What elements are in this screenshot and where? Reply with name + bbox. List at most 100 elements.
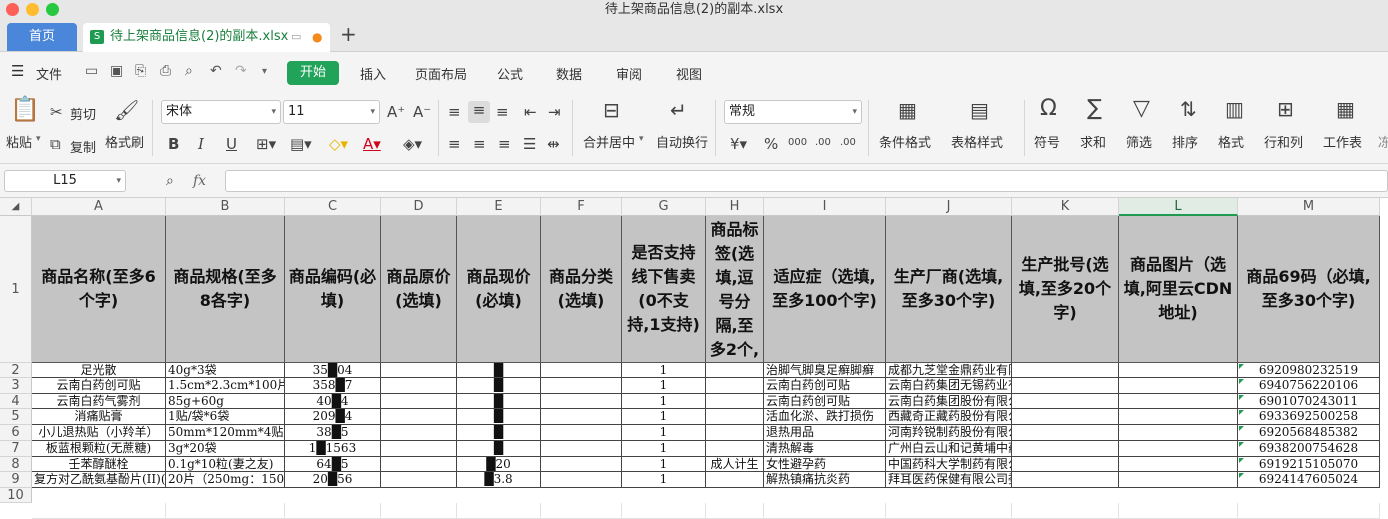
table-cell[interactable]: 64█5 <box>285 457 381 472</box>
table-cell[interactable]: 6919215105070 <box>1238 457 1380 472</box>
table-cell[interactable] <box>381 441 457 457</box>
zoom-search-icon[interactable]: ⌕ <box>166 172 174 190</box>
table-cell[interactable]: 解热镇痛抗炎药 <box>764 472 886 488</box>
table-cell[interactable] <box>381 425 457 441</box>
row-header-6[interactable]: 6 <box>0 425 32 441</box>
paste-chevron-icon[interactable]: ▾ <box>36 134 41 144</box>
paste-icon[interactable]: 📋 <box>10 97 40 121</box>
table-cell[interactable] <box>1119 394 1238 409</box>
table-cell[interactable]: 209█4 <box>285 409 381 425</box>
sum-button[interactable]: 求和 <box>1080 132 1106 151</box>
row-header-7[interactable]: 7 <box>0 441 32 457</box>
copy-button[interactable]: 复制 <box>70 137 96 156</box>
table-cell[interactable] <box>166 503 285 519</box>
table-cell[interactable] <box>541 394 622 409</box>
monitor-icon[interactable]: ▭ <box>291 23 301 51</box>
table-cell[interactable]: █20 <box>457 457 541 472</box>
header-cell[interactable]: 生产批号(选填,至多20个字) <box>1012 216 1119 363</box>
italic-icon[interactable]: I <box>198 135 204 153</box>
print-icon[interactable]: ⎙ <box>160 63 171 79</box>
align-left-icon[interactable]: ≡ <box>448 135 461 153</box>
file-tab[interactable]: S 待上架商品信息(2)的副本.xlsx ▭ ● <box>83 23 330 52</box>
outdent-icon[interactable]: ⇤ <box>524 103 537 121</box>
menu-file[interactable]: 文件 <box>36 64 62 83</box>
header-cell[interactable]: 商品编码(必填) <box>285 216 381 363</box>
table-cell[interactable]: 壬苯醇醚栓 <box>32 457 166 472</box>
align-right-icon[interactable]: ≡ <box>498 135 511 153</box>
symbol-button[interactable]: 符号 <box>1034 132 1060 151</box>
print-preview-icon[interactable]: ⌕ <box>185 63 193 79</box>
column-header-j[interactable]: J <box>886 198 1012 216</box>
table-cell[interactable]: █ <box>457 363 541 378</box>
increase-font-icon[interactable]: A⁺ <box>387 103 405 121</box>
currency-icon[interactable]: ¥▾ <box>730 135 747 153</box>
table-cell[interactable] <box>541 425 622 441</box>
table-cell[interactable] <box>1119 441 1238 457</box>
table-cell[interactable] <box>541 457 622 472</box>
table-cell[interactable] <box>1012 457 1119 472</box>
formula-input[interactable] <box>225 170 1388 192</box>
hamburger-menu-icon[interactable]: ☰ <box>11 62 24 80</box>
table-cell[interactable] <box>1012 503 1119 519</box>
table-cell[interactable]: 35█04 <box>285 363 381 378</box>
table-cell[interactable]: 3g*20袋 <box>166 441 285 457</box>
table-cell[interactable]: 小儿退热贴（小羚羊） <box>32 425 166 441</box>
table-cell[interactable] <box>706 425 764 441</box>
column-header-b[interactable]: B <box>166 198 285 216</box>
font-color-icon[interactable]: A▾ <box>363 135 381 153</box>
decrease-font-icon[interactable]: A⁻ <box>413 103 431 121</box>
sort-button[interactable]: 排序 <box>1172 132 1198 151</box>
table-cell[interactable] <box>706 409 764 425</box>
header-cell[interactable]: 商品标签(选填,逗号分隔,至多2个, <box>706 216 764 363</box>
redo-icon[interactable]: ↷ <box>235 63 247 79</box>
table-cell[interactable] <box>1119 425 1238 441</box>
table-cell[interactable]: 广州白云山和记黄埔中药有限公司 <box>886 441 1012 457</box>
table-cell[interactable]: 1 <box>622 363 706 378</box>
column-header-f[interactable]: F <box>541 198 622 216</box>
table-cell[interactable]: 清热解毒 <box>764 441 886 457</box>
column-header-c[interactable]: C <box>285 198 381 216</box>
table-cell[interactable]: 1 <box>622 472 706 488</box>
table-cell[interactable]: █ <box>457 409 541 425</box>
table-cell[interactable]: 成都九芝堂金鼎药业有限公司 <box>886 363 1012 378</box>
column-header-h[interactable]: H <box>706 198 764 216</box>
quick-access-chevron-icon[interactable]: ▾ <box>262 66 267 77</box>
table-cell[interactable]: 20片（250mg：150mg：50mg） <box>166 472 285 488</box>
open-folder-icon[interactable]: ▭ <box>85 63 98 79</box>
table-cell[interactable]: █ <box>457 425 541 441</box>
format-painter-button[interactable]: 格式刷 <box>105 132 144 151</box>
name-box[interactable]: L15 ▾ <box>4 170 126 192</box>
table-cell[interactable] <box>1012 409 1119 425</box>
new-tab-button[interactable]: + <box>340 22 357 46</box>
bold-icon[interactable]: B <box>168 135 179 153</box>
table-cell[interactable]: 河南羚锐制药股份有限公司 <box>886 425 1012 441</box>
increase-decimal-icon[interactable]: .00 <box>815 134 831 152</box>
table-cell[interactable] <box>541 363 622 378</box>
header-cell[interactable]: 商品分类(选填) <box>541 216 622 363</box>
percent-icon[interactable]: % <box>764 135 778 153</box>
table-cell[interactable]: 云南白药创可贴 <box>764 378 886 394</box>
table-cell[interactable]: 成人计生 <box>706 457 764 472</box>
table-cell[interactable]: 40g*3袋 <box>166 363 285 378</box>
close-window-button[interactable] <box>6 3 19 16</box>
table-cell[interactable]: 1 <box>622 394 706 409</box>
table-cell[interactable]: 退热用品 <box>764 425 886 441</box>
fx-icon[interactable]: fx <box>193 172 206 190</box>
table-cell[interactable] <box>622 503 706 519</box>
filter-button[interactable]: 筛选 <box>1126 132 1152 151</box>
table-cell[interactable] <box>381 503 457 519</box>
table-cell[interactable] <box>381 378 457 394</box>
clear-format-icon[interactable]: ◈▾ <box>403 135 422 153</box>
table-cell[interactable] <box>1119 409 1238 425</box>
table-cell[interactable]: 0.1g*10粒(妻之友) <box>166 457 285 472</box>
table-cell[interactable] <box>541 503 622 519</box>
align-bottom-icon[interactable]: ≡ <box>496 103 509 121</box>
header-cell[interactable]: 商品名称(至多6个字) <box>32 216 166 363</box>
table-cell[interactable]: 云南白药创可贴 <box>764 394 886 409</box>
table-cell[interactable]: 板蓝根颗粒(无蔗糖) <box>32 441 166 457</box>
table-cell[interactable]: 85g+60g <box>166 394 285 409</box>
column-header-e[interactable]: E <box>457 198 541 216</box>
table-cell[interactable] <box>1238 503 1380 519</box>
table-cell[interactable]: 治脚气脚臭足癣脚癣 <box>764 363 886 378</box>
column-header-k[interactable]: K <box>1012 198 1119 216</box>
